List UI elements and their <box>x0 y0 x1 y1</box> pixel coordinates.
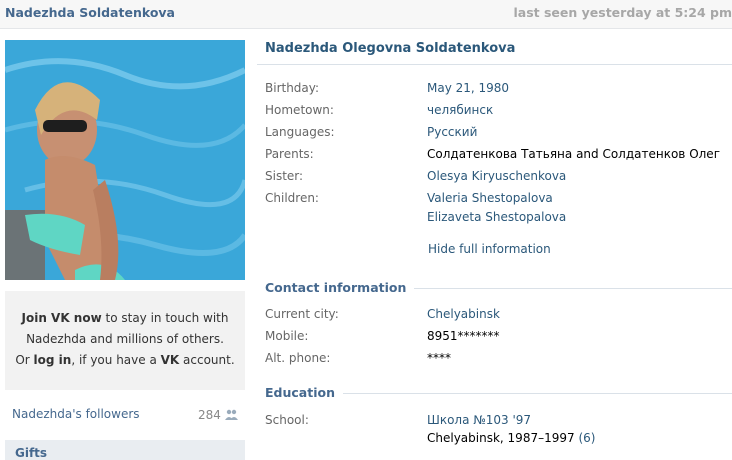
divider <box>257 64 732 65</box>
languages-value[interactable]: Русский <box>427 125 477 139</box>
city-label: Current city: <box>265 307 339 321</box>
child-link[interactable]: Valeria Shestopalova <box>427 191 553 205</box>
alt-phone-label: Alt. phone: <box>265 351 330 365</box>
child-link[interactable]: Elizaveta Shestopalova <box>427 210 566 224</box>
mobile-label: Mobile: <box>265 329 308 343</box>
profile-photo[interactable] <box>5 40 245 280</box>
sister-label: Sister: <box>265 169 303 183</box>
gifts-title: Gifts <box>15 446 47 460</box>
join-vk-link[interactable]: Join VK now <box>22 311 102 325</box>
join-text-2: Nadezhda and millions of others. <box>5 329 245 350</box>
hometown-label: Hometown: <box>265 103 334 117</box>
login-link[interactable]: log in <box>34 353 72 367</box>
hide-full-info-link[interactable]: Hide full information <box>428 242 551 256</box>
school-detail-text: Chelyabinsk, 1987–1997 <box>427 431 575 445</box>
parents-value: Солдатенкова Татьяна and Солдатенков Оле… <box>427 147 720 161</box>
top-bar: Nadezhda Soldatenkova last seen yesterda… <box>0 0 732 29</box>
contact-section-title: Contact information <box>265 280 414 295</box>
school-link[interactable]: Школа №103 '97 <box>427 413 531 427</box>
birthday-value[interactable]: May 21, 1980 <box>427 81 509 95</box>
followers-count-value: 284 <box>198 408 221 422</box>
profile-full-name: Nadezhda Olegovna Soldatenkova <box>265 41 515 56</box>
join-text-3b: , if you have a <box>71 353 160 367</box>
parents-label: Parents: <box>265 147 314 161</box>
school-count-link[interactable]: (6) <box>578 431 595 445</box>
mobile-value: 8951******* <box>427 329 500 343</box>
gifts-section[interactable]: Gifts <box>5 440 245 460</box>
header-user-name[interactable]: Nadezhda Soldatenkova <box>5 5 175 20</box>
children-label: Children: <box>265 191 319 205</box>
school-detail: Chelyabinsk, 1987–1997 (6) <box>427 431 595 445</box>
followers-link[interactable]: Nadezhda's followers <box>12 407 140 421</box>
hometown-value[interactable]: челябинск <box>427 103 493 117</box>
people-icon <box>225 409 238 420</box>
last-seen-status: last seen yesterday at 5:24 pm <box>514 5 732 20</box>
join-text-3c: account. <box>179 353 234 367</box>
birthday-label: Birthday: <box>265 81 319 95</box>
languages-label: Languages: <box>265 125 335 139</box>
vk-brand: VK <box>161 353 180 367</box>
alt-phone-value: **** <box>427 351 451 365</box>
sister-link[interactable]: Olesya Kiryuschenkova <box>427 169 566 183</box>
followers-count[interactable]: 284 <box>198 408 238 422</box>
join-text: to stay in touch with <box>102 311 229 325</box>
join-text-3a: Or <box>15 353 33 367</box>
city-value[interactable]: Chelyabinsk <box>427 307 500 321</box>
education-section-title: Education <box>265 385 343 400</box>
school-label: School: <box>265 413 309 427</box>
join-vk-box: Join VK now to stay in touch with Nadezh… <box>5 291 245 390</box>
